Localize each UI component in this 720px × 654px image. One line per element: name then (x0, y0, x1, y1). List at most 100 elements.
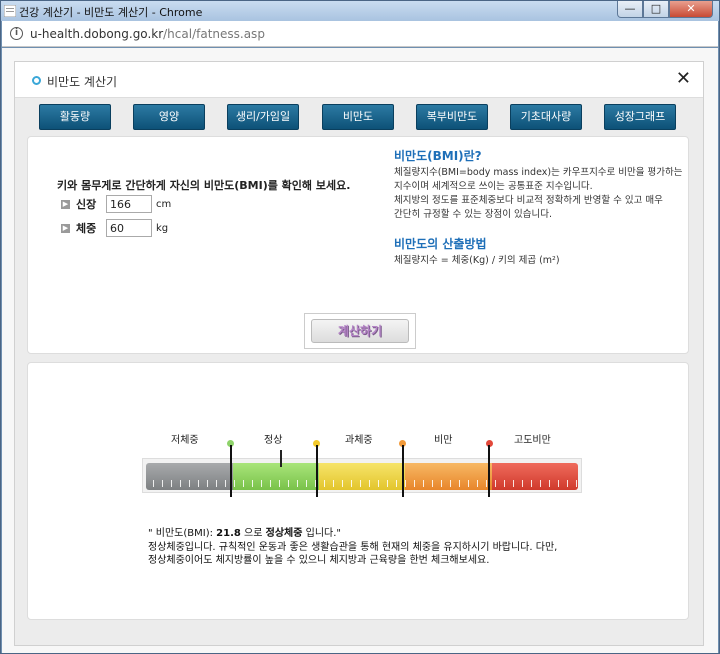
gauge-tick (270, 480, 271, 487)
close-icon[interactable]: ✕ (676, 68, 691, 89)
app-icon (4, 5, 16, 17)
gauge-tick (459, 480, 460, 487)
gauge-tick (486, 480, 487, 487)
maximize-button[interactable]: □ (643, 1, 669, 18)
boundary-line (316, 445, 318, 497)
label-overweight: 과체중 (345, 435, 373, 446)
gauge-tick (261, 480, 262, 487)
input-panel: 키와 몸무게로 간단하게 자신의 비만도(BMI)를 확인해 보세요. ▶ 신장 c… (27, 136, 689, 354)
calculator-frame: 비만도 계산기 ✕ 활동량 영양 생리/가임일 비만도 복부비만도 기초대사량 … (14, 61, 704, 646)
height-row: ▶ 신장 cm (61, 195, 171, 213)
gauge-tick (387, 480, 388, 487)
arrow-bullet-icon: ▶ (61, 199, 70, 209)
gauge-tick (441, 480, 442, 487)
gauge-tick (360, 480, 361, 487)
circle-bullet-icon (32, 76, 41, 85)
gauge-tick (225, 480, 226, 487)
segment-overweight (319, 463, 405, 490)
bmi-definition-line: 체질량지수(BMI=body mass index)는 카우프지수로 비만을 평… (394, 167, 683, 178)
gauge-tick (234, 480, 235, 487)
gauge-tick (531, 480, 532, 487)
gauge-tick (558, 480, 559, 487)
gauge-tick (468, 480, 469, 487)
bmi-gauge (142, 458, 582, 493)
calculate-button[interactable]: 계산하기 (304, 313, 416, 349)
result-panel: 저체중 정상 과체중 비만 고도비만 " 비만도(BMI): 21.8 으로 정… (27, 362, 689, 620)
bmi-definition-line: 간단히 규정할 수 있는 장점이 있습니다. (394, 209, 552, 220)
gauge-tick (351, 480, 352, 487)
gauge-tick (369, 480, 370, 487)
url-host: u-health.dobong.go.kr (30, 27, 164, 41)
segment-obese (405, 463, 492, 490)
tab-growth[interactable]: 성장그래프 (604, 104, 676, 130)
height-unit: cm (156, 198, 172, 210)
page-body: 비만도 계산기 ✕ 활동량 영양 생리/가임일 비만도 복부비만도 기초대사량 … (2, 48, 718, 653)
gauge-tick (477, 480, 478, 487)
gauge-tick (243, 480, 244, 487)
gauge-tick (549, 480, 550, 487)
tab-abdominal[interactable]: 복부비만도 (416, 104, 488, 130)
gauge-tick (432, 480, 433, 487)
gauge-tick (252, 480, 253, 487)
minimize-button[interactable]: — (617, 1, 643, 18)
label-severe-obese: 고도비만 (514, 435, 551, 446)
gauge-tick (450, 480, 451, 487)
bmi-formula: 체질량지수 = 체중(Kg) / 키의 제곱 (m²) (394, 255, 560, 266)
bmi-definition-text: 체질량지수(BMI=body mass index)는 카우프지수로 비만을 평… (394, 166, 684, 222)
bmi-definition-line: 지수이며 세계적으로 쓰이는 공통표준 지수입니다. (394, 181, 593, 192)
tab-activity[interactable]: 활동량 (39, 104, 111, 130)
gauge-tick (198, 480, 199, 487)
gauge-tick (279, 480, 280, 487)
title-bar: 건강 계산기 - 비만도 계산기 - Chrome — □ ✕ (1, 1, 719, 21)
height-input[interactable] (106, 195, 152, 213)
gauge-tick (333, 480, 334, 487)
gauge-tick (216, 480, 217, 487)
height-label: 신장 (76, 198, 97, 211)
gauge-tick (567, 480, 568, 487)
result-advice: 정상체중입니다. 규칙적인 운동과 좋은 생활습관을 통해 현재의 체중을 유지… (148, 542, 558, 566)
gauge-tick (342, 480, 343, 487)
gauge-tick (162, 480, 163, 487)
browser-window: 건강 계산기 - 비만도 계산기 - Chrome — □ ✕ i u-heal… (0, 0, 720, 654)
tab-nutrition[interactable]: 영양 (133, 104, 205, 130)
bmi-method-heading: 비만도의 산출방법 (394, 237, 487, 251)
tab-bmi[interactable]: 비만도 (322, 104, 394, 130)
gauge-tick (495, 480, 496, 487)
url-path: /hcal/fatness.asp (163, 27, 265, 41)
bmi-definition-heading: 비만도(BMI)란? (394, 149, 482, 163)
url-text[interactable]: u-health.dobong.go.kr/hcal/fatness.asp (30, 27, 265, 41)
address-bar[interactable]: i u-health.dobong.go.kr/hcal/fatness.asp (2, 21, 718, 47)
calculator-title: 비만도 계산기 (47, 75, 118, 89)
boundary-line (488, 445, 490, 497)
gauge-tick (171, 480, 172, 487)
gauge-tick (414, 480, 415, 487)
arrow-bullet-icon: ▶ (61, 223, 70, 233)
weight-label: 체중 (76, 222, 97, 235)
result-suffix: 입니다." (302, 528, 341, 539)
tab-bmr[interactable]: 기초대사량 (510, 104, 582, 130)
result-bmi: 21.8 (216, 528, 241, 539)
weight-input[interactable] (106, 219, 152, 237)
gauge-tick (540, 480, 541, 487)
gauge-tick (504, 480, 505, 487)
result-mid: 으로 (240, 528, 266, 539)
boundary-line (230, 445, 232, 497)
gauge-tick (288, 480, 289, 487)
gauge-tick (378, 480, 379, 487)
label-obese: 비만 (434, 435, 453, 446)
calculator-header: 비만도 계산기 ✕ (15, 62, 703, 98)
weight-unit: kg (156, 222, 169, 234)
gauge-tick (513, 480, 514, 487)
gauge-tick (423, 480, 424, 487)
gauge-tick (396, 480, 397, 487)
bmi-definition-line: 체지방의 정도를 표준체중보다 비교적 정확하게 반영할 수 있고 매우 (394, 195, 663, 206)
gauge-tick (324, 480, 325, 487)
close-window-button[interactable]: ✕ (669, 1, 713, 18)
gauge-tick (180, 480, 181, 487)
gauge-tick (297, 480, 298, 487)
tab-menstrual[interactable]: 생리/가임일 (227, 104, 299, 130)
label-normal: 정상 (264, 435, 283, 446)
info-icon[interactable]: i (10, 27, 23, 40)
result-summary: " 비만도(BMI): 21.8 으로 정상체중 입니다." (148, 527, 341, 540)
intro-text: 키와 몸무게로 간단하게 자신의 비만도(BMI)를 확인해 보세요. (57, 179, 351, 192)
